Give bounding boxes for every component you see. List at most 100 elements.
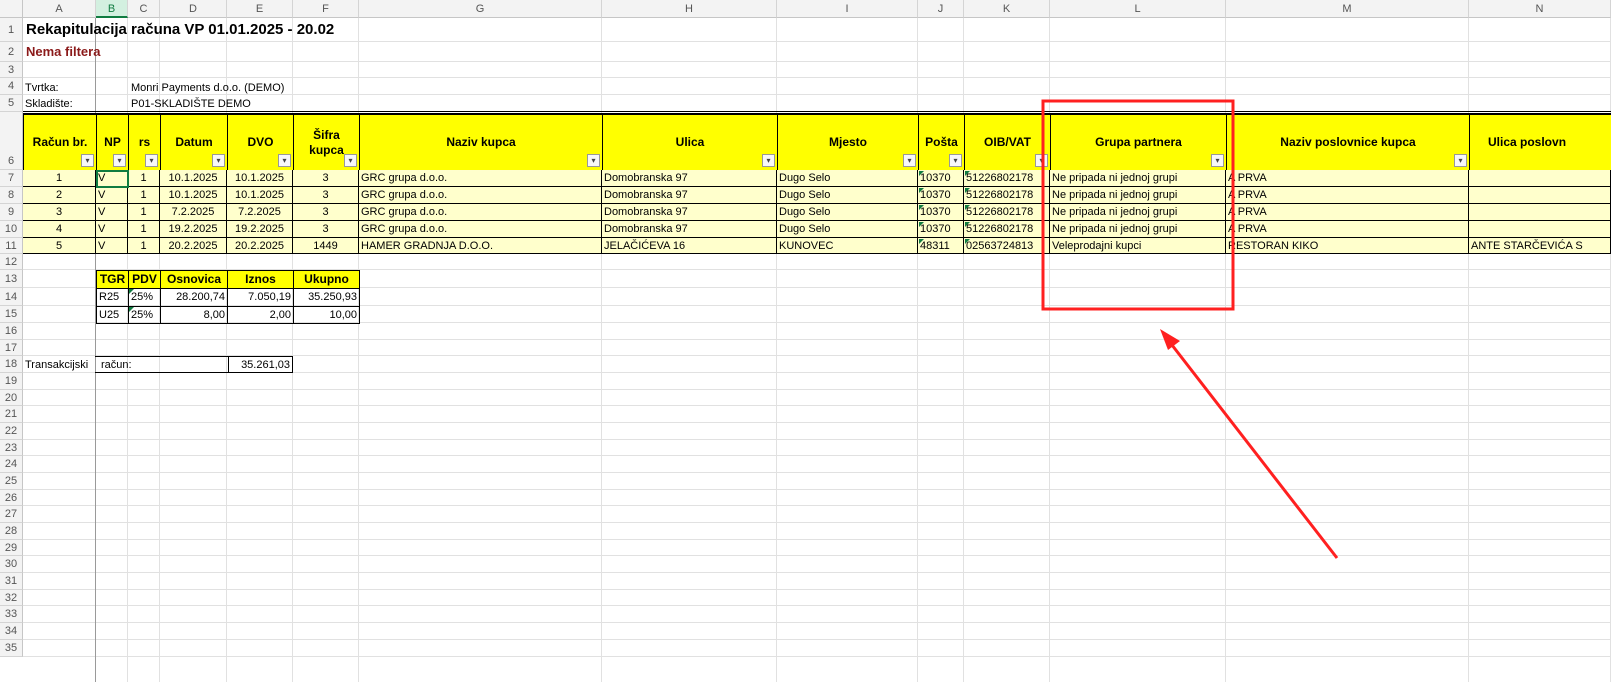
column-header-i[interactable]: I [777,0,918,18]
row-header[interactable]: 22 [0,423,23,440]
column-header-b[interactable]: B [96,0,128,18]
row-header[interactable]: 14 [0,288,23,306]
header-grupa[interactable]: Grupa partnera [1050,114,1227,171]
tax-cell[interactable]: 10,00 [293,306,360,324]
cell-datum[interactable]: 10.1.2025 [160,187,227,204]
cell-dvo[interactable]: 19.2.2025 [227,221,293,238]
cell-ulica_posl[interactable]: ANTE STARČEVIĆA S [1469,238,1611,254]
cell-ulica[interactable]: Domobranska 97 [602,204,777,221]
cell-datum[interactable]: 10.1.2025 [160,170,227,187]
filter-dropdown-icon[interactable]: ▾ [113,154,126,167]
column-header-j[interactable]: J [918,0,964,18]
cell-racun[interactable]: 5 [23,238,96,254]
cell-posta[interactable]: 10370 [918,187,964,204]
column-header-k[interactable]: K [964,0,1050,18]
row-header[interactable]: 27 [0,506,23,523]
column-header-h[interactable]: H [602,0,777,18]
transaction-value[interactable]: 35.261,03 [228,356,293,373]
row-header[interactable]: 23 [0,440,23,456]
cell-datum[interactable]: 20.2.2025 [160,238,227,254]
row-header[interactable]: 10 [0,221,23,238]
row-header[interactable]: 9 [0,204,23,221]
row-header[interactable]: 3 [0,62,23,78]
cell-poslovnica[interactable]: A PRVA [1226,204,1469,221]
filter-dropdown-icon[interactable]: ▾ [1211,154,1224,167]
filter-dropdown-icon[interactable]: ▾ [212,154,225,167]
cell-rs[interactable]: 1 [128,187,160,204]
row-header[interactable]: 4 [0,78,23,95]
cell-grupa[interactable]: Ne pripada ni jednoj grupi [1050,221,1226,238]
filter-dropdown-icon[interactable]: ▾ [1035,154,1048,167]
tax-cell[interactable]: 7.050,19 [227,288,294,307]
row-header[interactable]: 20 [0,390,23,406]
column-header-e[interactable]: E [227,0,293,18]
cell-mjesto[interactable]: Dugo Selo [777,187,918,204]
cell-grupa[interactable]: Ne pripada ni jednoj grupi [1050,187,1226,204]
row-header[interactable]: 24 [0,456,23,473]
cell-ulica_posl[interactable] [1469,170,1611,187]
cell-ulica[interactable]: Domobranska 97 [602,170,777,187]
column-header-c[interactable]: C [128,0,160,18]
filter-dropdown-icon[interactable]: ▾ [145,154,158,167]
row-header[interactable]: 6 [0,112,23,170]
row-header[interactable]: 19 [0,373,23,390]
row-header[interactable]: 12 [0,254,23,270]
cell-rs[interactable]: 1 [128,170,160,187]
cell-rs[interactable]: 1 [128,204,160,221]
cell-np[interactable]: V [96,238,128,254]
cell-sifra[interactable]: 1449 [293,238,359,254]
filter-note[interactable]: Nema filtera [26,43,226,61]
cell-poslovnica[interactable]: RESTORAN KIKO [1226,238,1469,254]
tax-cell[interactable]: 35.250,93 [293,288,360,307]
cell-naziv[interactable]: GRC grupa d.o.o. [359,204,602,221]
tax-cell[interactable]: 8,00 [160,306,228,324]
cell-racun[interactable]: 4 [23,221,96,238]
header-ulica[interactable]: Ulica [602,114,778,171]
cell-mjesto[interactable]: KUNOVEC [777,238,918,254]
row-header[interactable]: 1 [0,18,23,42]
select-all-corner[interactable] [0,0,23,18]
row-header[interactable]: 29 [0,540,23,556]
filter-dropdown-icon[interactable]: ▾ [278,154,291,167]
tax-cell[interactable]: 28.200,74 [160,288,228,307]
cell-dvo[interactable]: 20.2.2025 [227,238,293,254]
filter-dropdown-icon[interactable]: ▾ [762,154,775,167]
row-header[interactable]: 28 [0,523,23,540]
row-header[interactable]: 26 [0,490,23,506]
filter-dropdown-icon[interactable]: ▾ [949,154,962,167]
column-header-l[interactable]: L [1050,0,1226,18]
cell-dvo[interactable]: 7.2.2025 [227,204,293,221]
tax-cell[interactable]: U25 [96,306,129,324]
row-header[interactable]: 8 [0,187,23,204]
cell-ulica[interactable]: JELAČIĆEVA 16 [602,238,777,254]
cell-naziv[interactable]: GRC grupa d.o.o. [359,187,602,204]
filter-dropdown-icon[interactable]: ▾ [344,154,357,167]
cell-ulica[interactable]: Domobranska 97 [602,221,777,238]
cell-mjesto[interactable]: Dugo Selo [777,204,918,221]
cell-ulica_posl[interactable] [1469,221,1611,238]
cell-grupa[interactable]: Ne pripada ni jednoj grupi [1050,204,1226,221]
cell-ulica[interactable]: Domobranska 97 [602,187,777,204]
cell-mjesto[interactable]: Dugo Selo [777,170,918,187]
company-value[interactable]: Monri Payments d.o.o. (DEMO) [131,80,351,96]
row-header[interactable]: 30 [0,556,23,573]
row-header[interactable]: 11 [0,238,23,254]
cell-poslovnica[interactable]: A PRVA [1226,221,1469,238]
tax-header-cell[interactable]: Ukupno [293,270,360,289]
cell-naziv[interactable]: HAMER GRADNJA D.O.O. [359,238,602,254]
cell-sifra[interactable]: 3 [293,170,359,187]
cell-posta[interactable]: 10370 [918,204,964,221]
cell-sifra[interactable]: 3 [293,221,359,238]
filter-dropdown-icon[interactable]: ▾ [587,154,600,167]
cell-naziv[interactable]: GRC grupa d.o.o. [359,170,602,187]
tax-cell[interactable]: R25 [96,288,129,307]
column-header-m[interactable]: M [1226,0,1469,18]
header-ulica_posl[interactable]: Ulica poslovn [1469,114,1611,171]
row-header[interactable]: 15 [0,306,23,323]
header-mjesto[interactable]: Mjesto [777,114,919,171]
tax-header-cell[interactable]: Iznos [227,270,294,289]
row-header[interactable]: 25 [0,473,23,490]
cell-rs[interactable]: 1 [128,238,160,254]
column-header-n[interactable]: N [1469,0,1611,18]
row-header[interactable]: 5 [0,95,23,112]
